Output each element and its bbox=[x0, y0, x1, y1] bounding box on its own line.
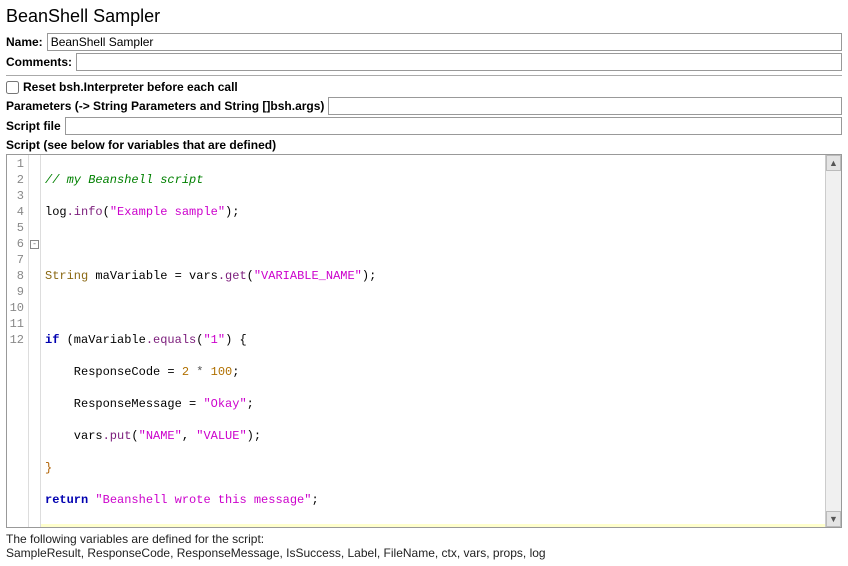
fold-gutter: - bbox=[29, 155, 41, 527]
page-title: BeanShell Sampler bbox=[6, 6, 842, 27]
vertical-scrollbar[interactable]: ▲ ▼ bbox=[825, 155, 841, 527]
comments-label: Comments: bbox=[6, 55, 72, 69]
name-input[interactable] bbox=[47, 33, 842, 51]
footnote: The following variables are defined for … bbox=[6, 532, 842, 560]
line-number-gutter: 1 2 3 4 5 6 7 8 9 10 11 12 bbox=[7, 155, 29, 527]
script-file-label: Script file bbox=[6, 119, 61, 133]
parameters-input[interactable] bbox=[328, 97, 842, 115]
divider bbox=[6, 75, 842, 76]
comments-input[interactable] bbox=[76, 53, 842, 71]
script-file-input[interactable] bbox=[65, 117, 842, 135]
reset-interpreter-label: Reset bsh.Interpreter before each call bbox=[23, 80, 238, 94]
script-editor[interactable]: 1 2 3 4 5 6 7 8 9 10 11 12 - // my Beans… bbox=[6, 154, 842, 528]
scroll-up-icon[interactable]: ▲ bbox=[826, 155, 841, 171]
reset-interpreter-checkbox[interactable] bbox=[6, 81, 19, 94]
fold-box-icon[interactable]: - bbox=[30, 240, 39, 249]
script-section-label: Script (see below for variables that are… bbox=[6, 138, 842, 152]
name-label: Name: bbox=[6, 35, 43, 49]
scroll-down-icon[interactable]: ▼ bbox=[826, 511, 841, 527]
parameters-label: Parameters (-> String Parameters and Str… bbox=[6, 99, 324, 113]
code-area[interactable]: // my Beanshell script log.info("Example… bbox=[41, 155, 825, 527]
